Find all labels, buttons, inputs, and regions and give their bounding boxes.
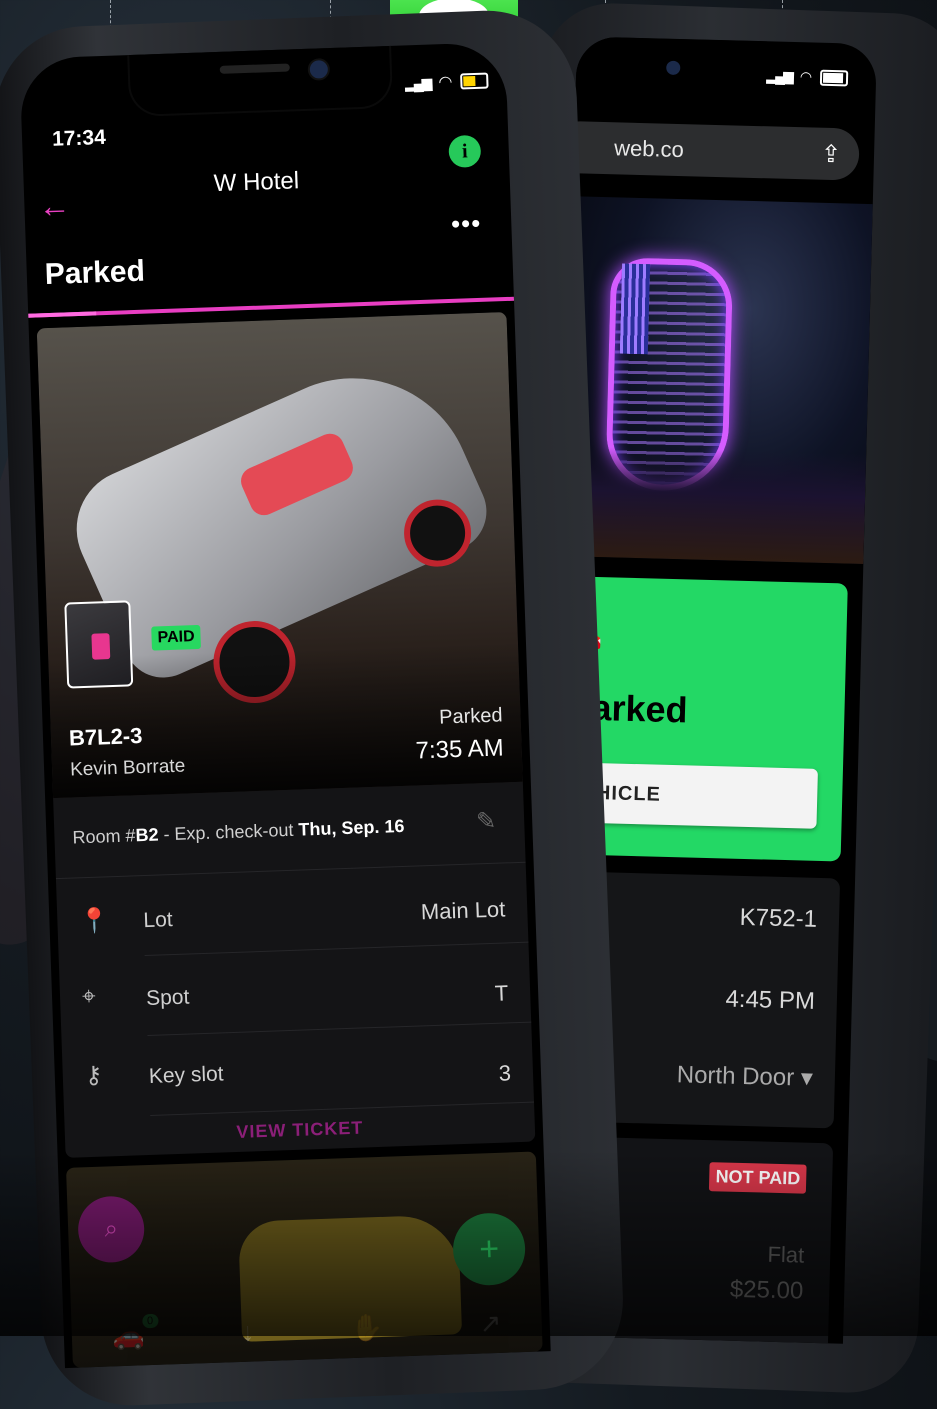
share-icon[interactable]: ⇪: [821, 139, 842, 169]
divider: [55, 861, 526, 880]
car-photo[interactable]: PAID B7L2-3 Kevin Borrate Parked 7:35 AM: [36, 312, 523, 799]
room-prefix: Room #: [72, 825, 136, 848]
ticket-state: Parked: [438, 704, 503, 729]
room-number: B2: [135, 824, 159, 846]
status-bar: ▂▄▆ ◠: [766, 67, 849, 86]
guest-name: Kevin Borrate: [69, 755, 186, 781]
city-lights: [563, 446, 867, 564]
not-paid-badge: NOT PAID: [709, 1162, 807, 1194]
pickup-location-select[interactable]: North Door ▾: [676, 1060, 813, 1093]
ticket-number: K752-1: [739, 903, 818, 933]
ticket-time: 4:45 PM: [725, 985, 816, 1015]
status-bar: ▂▄▆ ◠: [405, 71, 489, 94]
ticket-state-time: 7:35 AM: [415, 734, 505, 765]
key-icon: ⚷: [84, 1061, 103, 1090]
checkout-prefix: - Exp. check-out: [158, 819, 299, 845]
lot-label: Lot: [143, 908, 174, 933]
divider: [144, 938, 536, 957]
view-ticket-button[interactable]: VIEW TICKET: [65, 1112, 535, 1149]
page-header-title: W Hotel: [213, 167, 300, 198]
hero-image: [563, 196, 873, 564]
url-text: web.co: [613, 135, 685, 163]
signal-icon: ▂▄▆: [766, 67, 793, 84]
key-photo-thumbnail[interactable]: [64, 600, 134, 689]
rate-label: Flat: [767, 1241, 805, 1268]
speaker: [219, 63, 290, 74]
left-phone-screen: 17:34 ▂▄▆ ◠ ← W Hotel i ••• Parked PAID …: [19, 41, 551, 1369]
address-bar[interactable]: web.co ⇪: [553, 120, 860, 181]
tab-count-badge: 0: [141, 1313, 159, 1328]
spot-label: Spot: [145, 985, 190, 1011]
wifi-icon: ◠: [438, 73, 453, 92]
pencil-icon[interactable]: ✎: [476, 807, 497, 837]
info-icon[interactable]: i: [448, 134, 482, 168]
crosshair-icon: ⌖: [81, 982, 97, 1011]
signal-icon: ▂▄▆: [404, 74, 431, 91]
key-slot-value: 3: [498, 1060, 512, 1086]
camera-icon: [307, 58, 331, 81]
tab-incoming[interactable]: ↓: [241, 1316, 255, 1347]
arrow-left-icon[interactable]: ←: [38, 187, 71, 225]
notch: [129, 45, 392, 116]
more-icon[interactable]: •••: [450, 208, 481, 240]
spot-value: T: [494, 980, 509, 1006]
key-slot-label: Key slot: [148, 1062, 224, 1088]
battery-icon: [460, 72, 489, 90]
battery-icon: [819, 69, 849, 86]
status-time: 17:34: [51, 125, 107, 151]
ticket-card[interactable]: PAID B7L2-3 Kevin Borrate Parked 7:35 AM…: [36, 312, 536, 1158]
tab-retrieved[interactable]: ↗: [479, 1307, 502, 1339]
divider: [147, 1018, 536, 1037]
room-info: Room #B2 - Exp. check-out Thu, Sep. 16: [72, 816, 405, 849]
pin-icon: 📍: [78, 907, 110, 936]
tab-requests[interactable]: ✋: [350, 1311, 383, 1343]
wifi-icon: ◠: [799, 68, 813, 85]
price: $25.00: [729, 1275, 804, 1305]
page-title: Parked: [44, 254, 146, 292]
license-plate: B7L2-3: [68, 723, 143, 751]
paid-badge: PAID: [151, 624, 202, 651]
lot-value: Main Lot: [420, 896, 506, 925]
checkout-date: Thu, Sep. 16: [298, 815, 405, 840]
